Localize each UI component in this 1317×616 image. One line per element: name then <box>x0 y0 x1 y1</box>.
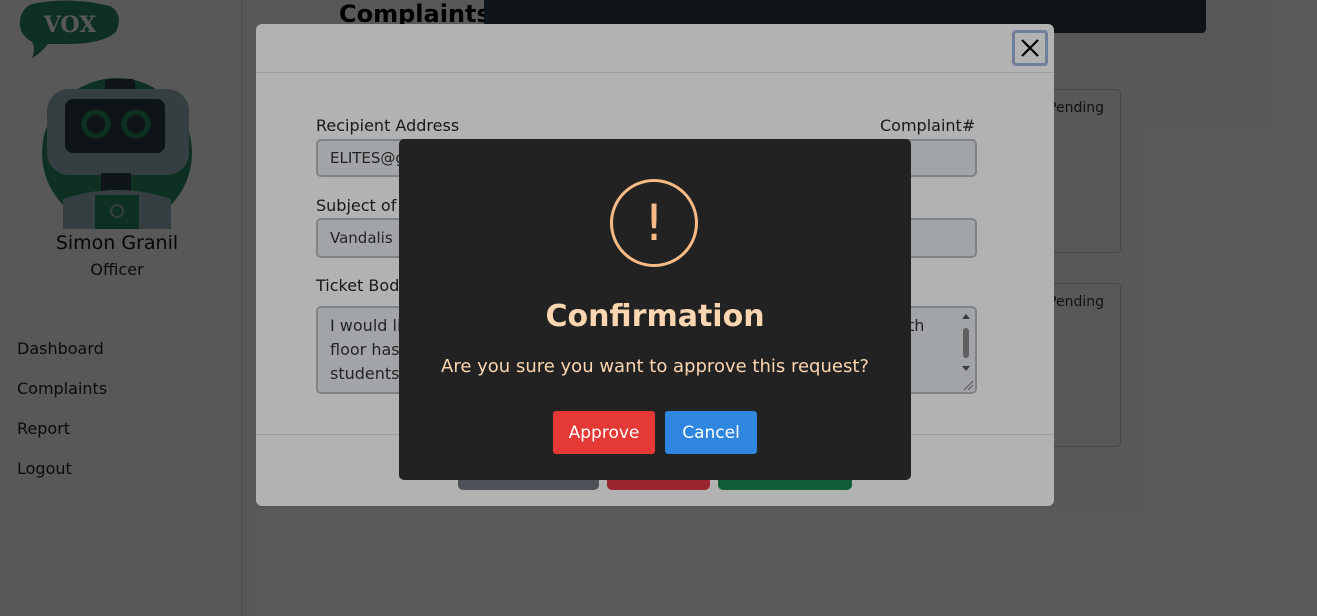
confirmation-title: Confirmation <box>545 299 765 334</box>
confirmation-message: Are you sure you want to approve this re… <box>441 356 869 377</box>
cancel-button[interactable]: Cancel <box>665 411 757 454</box>
warning-icon: ! <box>610 179 698 267</box>
confirmation-dialog: ! Confirmation Are you sure you want to … <box>399 139 911 480</box>
approve-button[interactable]: Approve <box>553 411 655 454</box>
